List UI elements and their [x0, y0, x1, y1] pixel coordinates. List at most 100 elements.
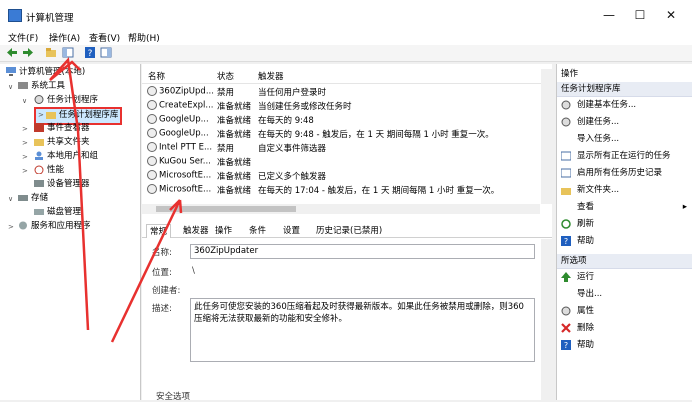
collapse-arrow-icon[interactable]: > — [8, 223, 14, 231]
clock-icon — [34, 95, 44, 104]
view-action[interactable]: 查看 ▸ — [561, 200, 689, 214]
table-row[interactable]: KuGou Ser... 准备就绪 — [142, 155, 537, 169]
actions-group-library[interactable]: 任务计划程序库 — [557, 82, 692, 97]
tab-general[interactable]: 常规 — [146, 224, 172, 238]
run-action[interactable]: 运行 — [561, 270, 594, 284]
description-field[interactable]: 此任务可使您安装的360压缩着起及时获得最新版本。如果此任务被禁用或删除，则36… — [190, 298, 535, 362]
task-list-pane: 名称 状态 触发器 360ZipUpd... 禁用 当任何用户登录时 Creat… — [142, 64, 552, 402]
table-row[interactable]: 360ZipUpd... 禁用 当任何用户登录时 — [142, 85, 537, 99]
collapse-arrow-icon[interactable]: > — [22, 153, 28, 161]
close-button[interactable]: ✕ — [656, 6, 686, 24]
console-icon[interactable] — [100, 47, 112, 58]
device-manager-icon — [34, 180, 44, 187]
menu-file[interactable]: 文件(F) — [8, 31, 38, 44]
collapse-arrow-icon[interactable]: > — [22, 125, 28, 133]
show-hide-tree-icon[interactable] — [62, 47, 74, 58]
actions-pane: 操作 任务计划程序库 创建基本任务... 创建任务... 导入任务... 显示所… — [556, 64, 692, 400]
task-clock-icon — [147, 170, 157, 180]
column-status[interactable]: 状态 — [217, 70, 234, 82]
properties-action[interactable]: 属性 — [561, 304, 594, 318]
collapse-arrow-icon[interactable]: > — [22, 167, 28, 175]
task-clock-icon — [147, 142, 157, 152]
disk-icon — [34, 209, 44, 215]
properties-icon — [561, 306, 571, 315]
help-icon: ? — [561, 339, 571, 350]
submenu-arrow-icon: ▸ — [682, 202, 687, 212]
new-folder-icon — [561, 187, 571, 195]
table-row[interactable]: GoogleUp... 准备就绪 在每天的 9:48 — [142, 113, 537, 127]
name-field[interactable]: 360ZipUpdater — [190, 244, 535, 259]
column-name[interactable]: 名称 — [148, 70, 165, 82]
detail-vertical-scrollbar[interactable] — [541, 239, 552, 400]
expand-arrow-icon[interactable]: ∨ — [8, 83, 13, 91]
import-task-action[interactable]: 导入任务... — [561, 132, 619, 146]
help-icon[interactable]: ? — [84, 47, 96, 58]
forward-icon[interactable] — [22, 47, 34, 58]
minimize-button[interactable]: — — [594, 6, 624, 24]
maximize-button[interactable]: ☐ — [625, 6, 655, 24]
computer-icon — [6, 67, 16, 76]
show-running-tasks-action[interactable]: 显示所有正在运行的任务 — [561, 149, 671, 163]
tree-performance[interactable]: 性能 — [34, 164, 64, 177]
menu-bar: 文件(F) 操作(A) 查看(V) 帮助(H) — [0, 30, 692, 45]
location-value: \ — [192, 266, 195, 276]
task-clock-icon — [147, 100, 157, 110]
help-action[interactable]: ? 帮助 — [561, 338, 594, 352]
up-folder-icon[interactable] — [45, 47, 57, 58]
tree-task-scheduler[interactable]: 任务计划程序 — [34, 94, 98, 107]
tab-conditions[interactable]: 条件 — [246, 224, 269, 237]
menu-action[interactable]: 操作(A) — [49, 31, 80, 44]
create-task-icon — [561, 117, 571, 126]
navigation-tree: 计算机管理(本地) ∨ 系统工具 ∨ 任务计划程序 > 任务计划程序库 > 事件查… — [0, 64, 141, 400]
create-basic-task-action[interactable]: 创建基本任务... — [561, 98, 636, 112]
actions-group-selected[interactable]: 所选项 — [557, 254, 692, 269]
menu-view[interactable]: 查看(V) — [89, 31, 120, 44]
delete-icon — [561, 322, 571, 333]
history-icon — [561, 168, 571, 177]
tree-event-viewer[interactable]: 事件查看器 — [34, 122, 90, 135]
folder-icon — [45, 112, 56, 119]
scroll-thumb[interactable] — [156, 206, 296, 212]
tree-root[interactable]: 计算机管理(本地) — [6, 66, 85, 79]
tab-actions[interactable]: 操作 — [212, 224, 235, 237]
svg-text:?: ? — [88, 49, 93, 58]
expand-arrow-icon[interactable]: ∨ — [8, 195, 13, 203]
enable-history-action[interactable]: 启用所有任务历史记录 — [561, 166, 662, 180]
delete-action[interactable]: 删除 — [561, 321, 594, 335]
actions-header: 操作 — [561, 69, 579, 79]
create-task-action[interactable]: 创建任务... — [561, 115, 619, 129]
export-action[interactable]: 导出... — [561, 287, 602, 301]
collapse-arrow-icon[interactable]: > — [38, 111, 44, 119]
table-row[interactable]: GoogleUp... 准备就绪 在每天的 9:48 - 触发后，在 1 天 期… — [142, 127, 537, 141]
tab-triggers[interactable]: 触发器 — [180, 224, 212, 237]
table-row[interactable]: CreateExpl... 准备就绪 当创建任务或修改任务时 — [142, 99, 537, 113]
storage-icon — [18, 195, 28, 201]
tree-shared-folders[interactable]: 共享文件夹 — [34, 136, 90, 149]
table-row[interactable]: MicrosoftE... 准备就绪 已定义多个触发器 — [142, 169, 537, 183]
description-label: 描述: — [152, 304, 172, 314]
tree-storage[interactable]: 存储 — [18, 192, 48, 205]
refresh-action[interactable]: 刷新 — [561, 217, 594, 231]
tree-device-manager[interactable]: 设备管理器 — [34, 178, 90, 191]
tab-settings[interactable]: 设置 — [280, 224, 303, 237]
column-trigger[interactable]: 触发器 — [258, 70, 284, 82]
menu-help[interactable]: 帮助(H) — [128, 31, 160, 44]
task-clock-icon — [147, 86, 157, 96]
list-horizontal-scrollbar[interactable] — [142, 204, 540, 214]
tree-disk-management[interactable]: 磁盘管理 — [34, 206, 81, 219]
tree-local-users[interactable]: 本地用户和组 — [34, 150, 98, 163]
title-bar: 计算机管理 — ☐ ✕ — [0, 0, 692, 30]
help-action[interactable]: ? 帮助 — [561, 234, 594, 248]
collapse-arrow-icon[interactable]: > — [22, 139, 28, 147]
tab-history[interactable]: 历史记录(已禁用) — [313, 224, 385, 237]
tree-services-apps[interactable]: 服务和应用程序 — [18, 220, 91, 233]
detail-tabs: 常规 触发器 操作 条件 设置 历史记录(已禁用) — [142, 222, 552, 238]
new-folder-action[interactable]: 新文件夹... — [561, 183, 619, 197]
tree-system-tools[interactable]: 系统工具 — [18, 80, 65, 93]
expand-arrow-icon[interactable]: ∨ — [22, 97, 27, 105]
table-row[interactable]: Intel PTT E... 禁用 自定义事件筛选器 — [142, 141, 537, 155]
back-icon[interactable] — [6, 47, 18, 58]
list-vertical-scrollbar[interactable] — [541, 69, 552, 204]
table-row[interactable]: MicrosoftE... 准备就绪 在每天的 17:04 - 触发后，在 1 … — [142, 183, 537, 197]
computer-management-icon — [8, 9, 22, 22]
